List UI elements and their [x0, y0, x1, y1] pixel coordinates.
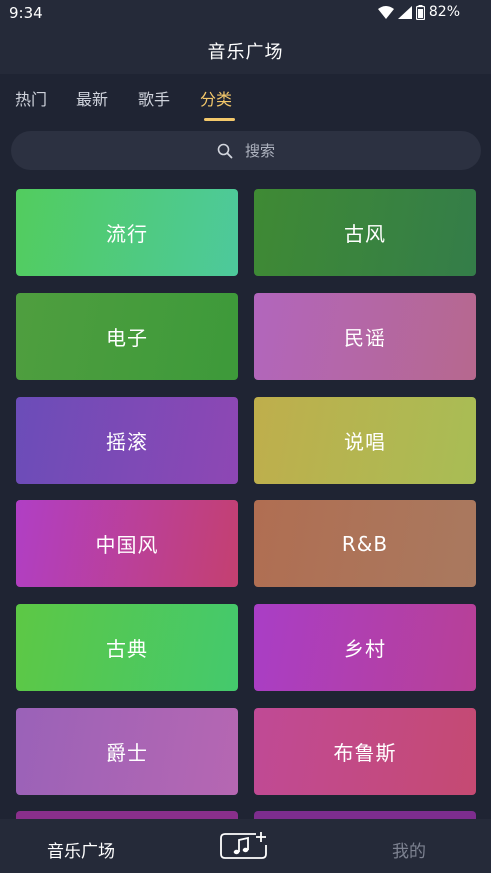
category-card-partial[interactable] — [16, 811, 238, 819]
status-time: 9:34 — [9, 4, 43, 22]
category-card-rnb[interactable]: R&B — [254, 500, 476, 587]
status-icons: 82% — [377, 4, 460, 20]
page-title: 音乐广场 — [207, 42, 284, 63]
tab-hot[interactable]: 热门 — [15, 86, 47, 110]
tab-singer[interactable]: 歌手 — [138, 86, 170, 110]
category-card-pop[interactable]: 流行 — [16, 189, 238, 276]
category-label: 古风 — [344, 222, 386, 246]
search-bar[interactable]: 搜索 — [11, 131, 481, 170]
search-placeholder: 搜索 — [244, 142, 275, 160]
category-card-folk[interactable]: 民谣 — [254, 293, 476, 380]
category-card-jazz[interactable]: 爵士 — [16, 708, 238, 795]
tab-latest[interactable]: 最新 — [76, 86, 108, 110]
category-label: 乡村 — [344, 637, 386, 661]
category-card-electronic[interactable]: 电子 — [16, 293, 238, 380]
category-label: 电子 — [106, 326, 148, 350]
category-card-rap[interactable]: 说唱 — [254, 397, 476, 484]
category-label: 说唱 — [344, 430, 386, 454]
battery-level: 82% — [428, 4, 460, 20]
category-card-rock[interactable]: 摇滚 — [16, 397, 238, 484]
category-card-country[interactable]: 乡村 — [254, 604, 476, 691]
category-card-classical[interactable]: 古典 — [16, 604, 238, 691]
category-label: 摇滚 — [106, 430, 148, 454]
category-label: R&B — [341, 531, 389, 556]
tab-category[interactable]: 分类 — [200, 86, 232, 110]
category-label: 古典 — [106, 637, 148, 661]
category-label: 流行 — [106, 222, 148, 246]
search-icon — [217, 143, 233, 158]
category-card-chinese-style[interactable]: 中国风 — [16, 500, 238, 587]
wifi-icon — [377, 5, 394, 19]
category-label: 布鲁斯 — [333, 741, 397, 765]
category-card-ancient-style[interactable]: 古风 — [254, 189, 476, 276]
tab-indicator — [204, 118, 235, 121]
bottom-nav: 音乐广场 我的 — [0, 819, 491, 873]
category-tabs: 热门 最新 歌手 分类 — [0, 74, 491, 122]
nav-music-square[interactable]: 音乐广场 — [47, 837, 115, 862]
category-label: 民谣 — [344, 326, 386, 350]
add-music-icon[interactable] — [219, 831, 269, 861]
category-label: 爵士 — [106, 741, 148, 765]
battery-icon — [415, 4, 425, 20]
signal-icon — [397, 5, 412, 19]
app-header: 音乐广场 — [0, 28, 491, 74]
category-card-partial[interactable] — [254, 811, 476, 819]
category-grid: 流行 古风 电子 民谣 摇滚 说唱 中国风 R&B 古典 乡村 爵士 布鲁斯 — [16, 189, 476, 819]
nav-mine[interactable]: 我的 — [392, 837, 426, 862]
category-card-blues[interactable]: 布鲁斯 — [254, 708, 476, 795]
category-label: 中国风 — [95, 533, 159, 557]
status-bar: 9:34 82% — [0, 0, 491, 28]
